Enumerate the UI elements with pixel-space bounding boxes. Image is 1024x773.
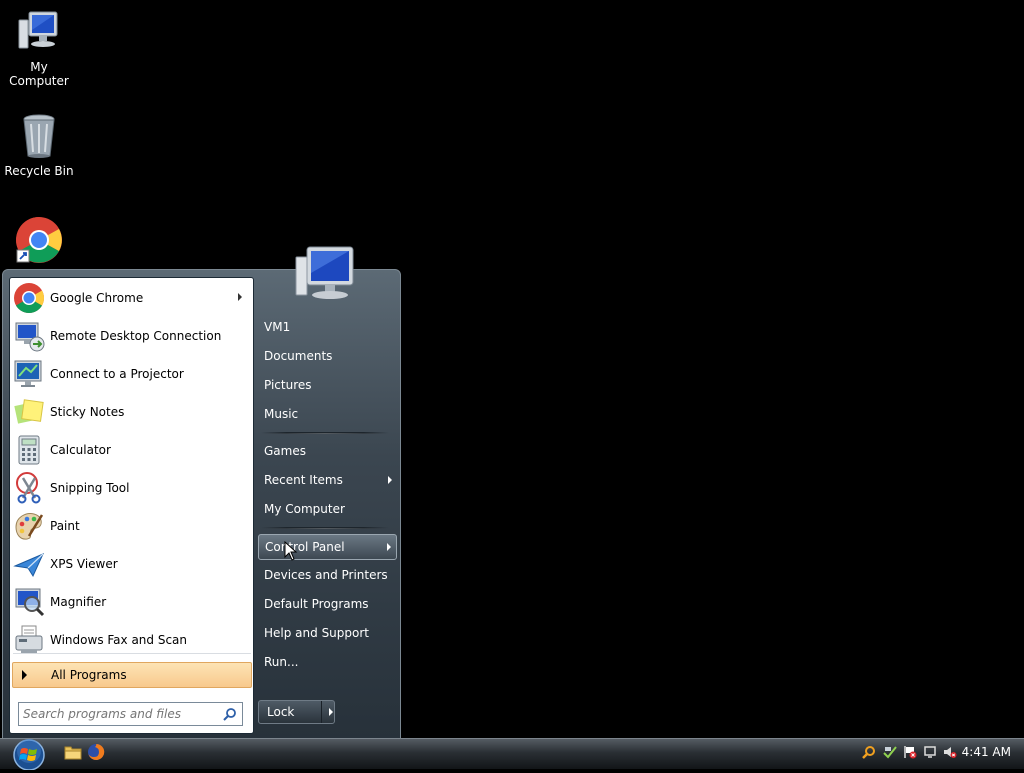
right-item-label: Default Programs — [264, 597, 369, 611]
paint-icon — [13, 510, 45, 542]
mouse-cursor-icon — [284, 540, 298, 561]
projector-icon — [13, 358, 45, 390]
right-item-label: Pictures — [264, 378, 312, 392]
submenu-arrow-icon — [388, 476, 392, 484]
lock-label[interactable]: Lock — [259, 701, 322, 723]
program-remote-desktop[interactable]: Remote Desktop Connection — [13, 318, 250, 354]
calculator-icon — [13, 434, 45, 466]
right-item-control-panel[interactable]: Control Panel — [258, 534, 397, 560]
right-item-help-support[interactable]: Help and Support — [264, 622, 394, 644]
program-sticky-notes[interactable]: Sticky Notes — [13, 394, 250, 430]
program-calculator[interactable]: Calculator — [13, 432, 250, 468]
desktop-icon-chrome[interactable] — [0, 216, 78, 268]
right-item-pictures[interactable]: Pictures — [264, 374, 394, 396]
program-label: Calculator — [50, 443, 111, 457]
all-programs-label: All Programs — [51, 668, 127, 682]
user-picture-computer-icon[interactable] — [293, 243, 357, 303]
right-item-documents[interactable]: Documents — [264, 345, 394, 367]
shutdown-options-arrow-icon[interactable] — [322, 701, 334, 723]
program-magnifier[interactable]: Magnifier — [13, 584, 250, 620]
right-item-games[interactable]: Games — [264, 440, 394, 462]
computer-icon — [15, 8, 63, 56]
program-label: Google Chrome — [50, 291, 144, 305]
program-label: Magnifier — [50, 595, 107, 609]
right-item-label: Devices and Printers — [264, 568, 388, 582]
snipping-tool-icon — [13, 472, 45, 504]
all-programs-button[interactable]: All Programs — [12, 653, 252, 688]
program-label: Connect to a Projector — [50, 367, 184, 381]
start-button[interactable] — [8, 738, 50, 771]
desktop-icon-recycle-bin[interactable]: Recycle Bin — [0, 112, 78, 178]
program-snipping-tool[interactable]: Snipping Tool — [13, 470, 250, 506]
program-connect-projector[interactable]: Connect to a Projector — [13, 356, 250, 392]
firefox-icon[interactable] — [87, 743, 105, 761]
search-box[interactable] — [18, 702, 243, 726]
right-item-default-programs[interactable]: Default Programs — [264, 593, 394, 615]
program-label: XPS Viewer — [50, 557, 118, 571]
divider — [261, 432, 389, 434]
volume-muted-icon[interactable] — [943, 745, 957, 759]
recycle-bin-icon — [15, 112, 63, 160]
right-item-run[interactable]: Run... — [264, 651, 394, 673]
chrome-icon — [13, 282, 45, 314]
search-tray-icon[interactable] — [862, 745, 876, 759]
divider — [261, 527, 389, 529]
fax-scan-icon — [13, 624, 45, 656]
right-item-music[interactable]: Music — [264, 403, 394, 425]
right-item-label: Control Panel — [265, 540, 345, 554]
program-label: Snipping Tool — [50, 481, 130, 495]
remote-desktop-icon — [13, 320, 45, 352]
display-tray-icon[interactable] — [923, 745, 937, 759]
right-item-my-computer[interactable]: My Computer — [264, 498, 394, 520]
program-label: Remote Desktop Connection — [50, 329, 222, 343]
taskbar-clock[interactable]: 4:41 AM — [962, 745, 1011, 759]
triangle-right-icon — [22, 670, 27, 680]
program-label: Paint — [50, 519, 80, 533]
right-item-label: Help and Support — [264, 626, 369, 640]
action-center-flag-icon[interactable] — [903, 745, 917, 759]
sticky-notes-icon — [13, 396, 45, 428]
right-item-recent-items[interactable]: Recent Items — [264, 469, 394, 491]
submenu-arrow-icon — [387, 543, 391, 551]
desktop-icon-label: My Computer — [9, 60, 69, 88]
search-input[interactable] — [19, 706, 220, 722]
right-item-label: Music — [264, 407, 299, 421]
right-item-label: VM1 — [264, 320, 291, 334]
programs-pane: Google Chrome Remote Desktop Connection — [9, 277, 254, 734]
program-google-chrome[interactable]: Google Chrome — [13, 280, 250, 316]
right-item-label: My Computer — [264, 502, 345, 516]
chrome-shortcut-icon — [15, 216, 63, 264]
xps-viewer-icon — [13, 548, 45, 580]
program-label: Sticky Notes — [50, 405, 125, 419]
search-icon[interactable] — [223, 707, 237, 721]
desktop-icon-my-computer[interactable]: My Computer — [0, 8, 78, 88]
program-label: Windows Fax and Scan — [50, 633, 188, 647]
right-item-label: Run... — [264, 655, 299, 669]
right-item-devices-printers[interactable]: Devices and Printers — [264, 564, 394, 586]
start-menu: Google Chrome Remote Desktop Connection — [2, 246, 401, 739]
right-item-vm1[interactable]: VM1 — [264, 316, 394, 338]
right-item-label: Games — [264, 444, 306, 458]
program-paint[interactable]: Paint — [13, 508, 250, 544]
right-item-label: Recent Items — [264, 473, 343, 487]
explorer-icon[interactable] — [64, 744, 82, 760]
divider — [13, 653, 251, 654]
magnifier-icon — [13, 586, 45, 618]
desktop-icon-label: Recycle Bin — [4, 164, 74, 178]
right-item-label: Documents — [264, 349, 333, 363]
network-tray-icon[interactable] — [883, 745, 897, 759]
program-xps-viewer[interactable]: XPS Viewer — [13, 546, 250, 582]
submenu-arrow-icon[interactable] — [238, 293, 242, 301]
windows-logo-icon — [13, 739, 45, 771]
lock-button[interactable]: Lock — [258, 700, 335, 724]
